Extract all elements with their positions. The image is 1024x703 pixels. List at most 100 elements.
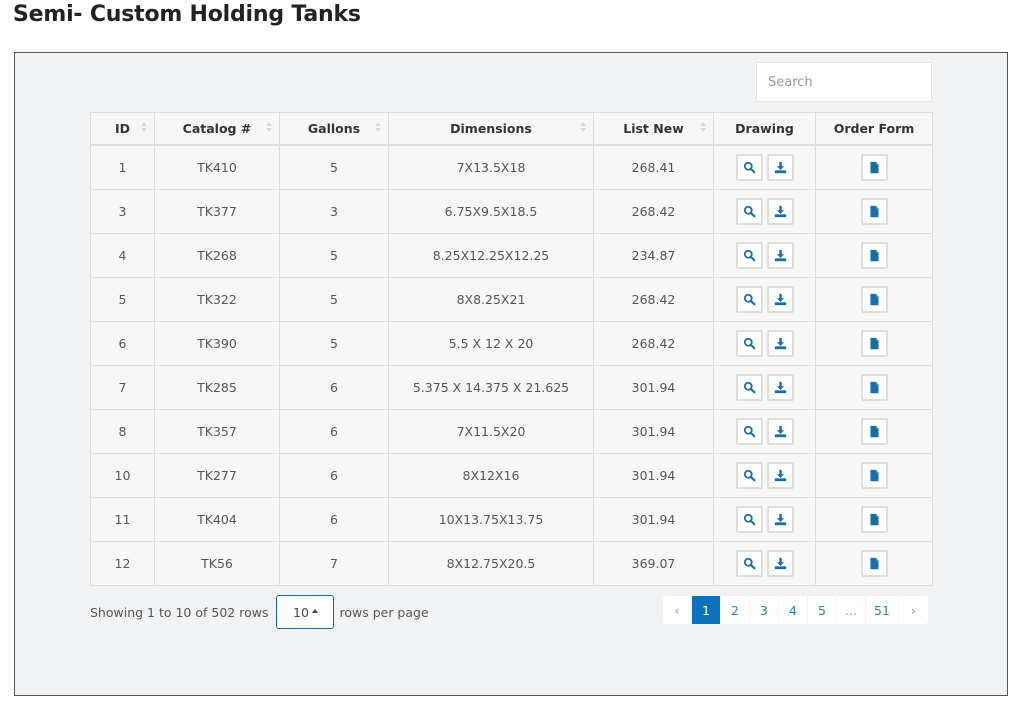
order-form-button[interactable] [860,506,888,533]
view-drawing-button[interactable] [735,154,763,181]
cell-list-new: 301.94 [593,497,714,542]
order-form-button[interactable] [860,242,888,269]
column-header-list-new[interactable]: List New [593,112,714,146]
cell-order-form [815,365,933,410]
table-body: 1 TK410 5 7X13.5X18 268.41 3 TK377 3 6.75X9.5X18… [90,144,933,586]
pagination-page-4[interactable]: 4 [779,596,808,624]
cell-dimensions: 8.25X12.25X12.25 [388,233,594,278]
download-drawing-button[interactable] [766,154,794,181]
table-row: 3 TK377 3 6.75X9.5X18.5 268.42 [90,189,933,234]
column-label: List New [623,121,684,136]
view-drawing-button[interactable] [735,462,763,489]
download-drawing-button[interactable] [766,198,794,225]
view-drawing-button[interactable] [735,374,763,401]
download-drawing-button[interactable] [766,330,794,357]
cell-id: 6 [90,321,155,366]
download-drawing-button[interactable] [766,550,794,577]
table-row: 5 TK322 5 8X8.25X21 268.42 [90,277,933,322]
cell-gallons: 7 [279,541,389,586]
column-header-catalog[interactable]: Catalog # [154,112,280,146]
cell-dimensions: 8X12.75X20.5 [388,541,594,586]
pagination-next-button[interactable]: › [899,596,928,624]
download-icon [774,469,787,482]
column-header-order-form: Order Form [815,112,933,146]
order-form-button[interactable] [860,374,888,401]
download-drawing-button[interactable] [766,418,794,445]
column-label: Order Form [833,121,915,136]
file-icon [868,469,881,482]
file-icon [868,337,881,350]
download-icon [774,293,787,306]
download-drawing-button[interactable] [766,506,794,533]
cell-dimensions: 7X11.5X20 [388,409,594,454]
download-drawing-button[interactable] [766,286,794,313]
showing-rows-text: Showing 1 to 10 of 502 rows [90,604,269,620]
table-row: 12 TK56 7 8X12.75X20.5 369.07 [90,541,933,586]
view-drawing-button[interactable] [735,198,763,225]
cell-order-form [815,233,933,278]
pagination-page-3[interactable]: 3 [750,596,779,624]
cell-list-new: 301.94 [593,409,714,454]
download-drawing-button[interactable] [766,374,794,401]
pagination-page-51[interactable]: 51 [866,596,899,624]
download-drawing-button[interactable] [766,462,794,489]
cell-list-new: 301.94 [593,365,714,410]
cell-drawing [713,409,816,454]
cell-catalog: TK377 [154,189,280,234]
view-drawing-button[interactable] [735,286,763,313]
table-row: 11 TK404 6 10X13.75X13.75 301.94 [90,497,933,542]
search-input[interactable] [756,62,932,102]
pagination-page-5[interactable]: 5 [808,596,837,624]
search-icon [743,337,756,350]
rows-per-page-select[interactable]: 10 [276,595,335,629]
sort-icon [699,122,707,134]
cell-drawing [713,497,816,542]
cell-dimensions: 5.375 X 14.375 X 21.625 [388,365,594,410]
cell-order-form [815,409,933,454]
order-form-button[interactable] [860,154,888,181]
cell-id: 7 [90,365,155,410]
download-icon [774,161,787,174]
order-form-button[interactable] [860,418,888,445]
order-form-button[interactable] [860,198,888,225]
view-drawing-button[interactable] [735,242,763,269]
pagination-prev-button[interactable]: ‹ [663,596,692,624]
pagination-page-1[interactable]: 1 [692,596,721,624]
pagination-page-2[interactable]: 2 [721,596,750,624]
column-header-gallons[interactable]: Gallons [279,112,389,146]
cell-dimensions: 5.5 X 12 X 20 [388,321,594,366]
file-icon [868,425,881,438]
order-form-button[interactable] [860,330,888,357]
column-label: Catalog # [182,121,252,136]
order-form-button[interactable] [860,286,888,313]
cell-dimensions: 7X13.5X18 [388,144,594,190]
sort-icon [579,122,587,134]
sort-icon [374,122,382,134]
column-header-id[interactable]: ID [90,112,155,146]
view-drawing-button[interactable] [735,550,763,577]
view-drawing-button[interactable] [735,330,763,357]
view-drawing-button[interactable] [735,418,763,445]
cell-id: 3 [90,189,155,234]
cell-catalog: TK322 [154,277,280,322]
table-row: 1 TK410 5 7X13.5X18 268.41 [90,144,933,190]
sort-icon [140,122,148,134]
cell-drawing [713,233,816,278]
view-drawing-button[interactable] [735,506,763,533]
order-form-button[interactable] [860,550,888,577]
download-icon [774,337,787,350]
search-icon [743,469,756,482]
cell-gallons: 6 [279,409,389,454]
cell-catalog: TK56 [154,541,280,586]
column-header-dimensions[interactable]: Dimensions [388,112,594,146]
order-form-button[interactable] [860,462,888,489]
search-icon [743,425,756,438]
cell-gallons: 5 [279,144,389,190]
download-icon [774,557,787,570]
column-label: Dimensions [450,121,532,136]
download-drawing-button[interactable] [766,242,794,269]
cell-drawing [713,453,816,498]
cell-list-new: 234.87 [593,233,714,278]
cell-drawing [713,541,816,586]
pagination-ellipsis[interactable]: ... [837,596,866,624]
